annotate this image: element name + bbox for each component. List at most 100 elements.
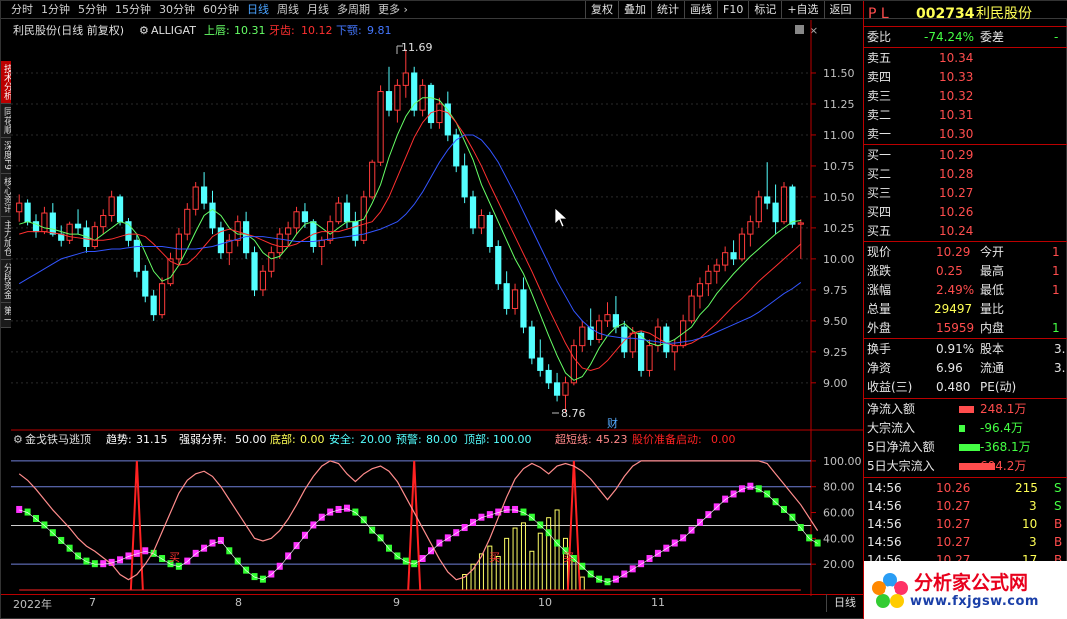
side-tab-3[interactable]: 核心资讯 [1, 173, 11, 217]
candle-body [528, 326, 535, 359]
stock-name: 利民股份 [976, 6, 1032, 22]
ask-label: 卖二 [867, 108, 892, 122]
yellow-bar [529, 550, 535, 591]
bid-price[interactable]: 10.28 [939, 165, 973, 183]
side-tab-4[interactable]: 主力加仓 [1, 216, 11, 260]
ask-price[interactable]: 10.31 [939, 106, 973, 124]
candle-body [469, 196, 477, 229]
candle-body [696, 283, 704, 297]
period-tab-5[interactable]: 60分钟 [203, 1, 239, 19]
yellow-bar [546, 517, 552, 591]
upper-lip-label: 上唇: [204, 24, 230, 37]
stat2-value: 0.480 [936, 380, 971, 394]
side-tab-1[interactable]: 同花顺 [1, 104, 11, 138]
trend-block [377, 534, 384, 542]
mouse-cursor-icon [554, 207, 569, 228]
candle-body [142, 270, 149, 297]
candle-body [41, 212, 48, 233]
period-tab-0[interactable]: 分时 [11, 1, 33, 19]
stat-value-2: 1 [1052, 264, 1060, 278]
logo: 分析家公式网 www.fxjgsw.com [864, 561, 1067, 619]
trend-block [419, 555, 426, 563]
ask-price[interactable]: 10.33 [939, 68, 973, 86]
bid-label: 买四 [867, 205, 892, 219]
candle-body [100, 215, 107, 228]
period-tab-7[interactable]: 周线 [277, 1, 299, 19]
period-indicator[interactable]: 日线 [826, 594, 863, 612]
bid-price[interactable]: 10.27 [939, 184, 973, 202]
top-label: 顶部: [464, 432, 490, 446]
toolbar-button-1[interactable]: 叠加 [618, 1, 651, 19]
side-tab-6[interactable]: 第一 [1, 302, 11, 328]
sub-settings-icon[interactable]: ⚙ [13, 433, 23, 446]
trend-block [402, 557, 409, 565]
side-tab-2[interactable]: 深度F9 [1, 138, 11, 174]
period-tab-9[interactable]: 多周期 [337, 1, 370, 19]
stat-label: 外盘 [867, 321, 892, 335]
candle-body [116, 196, 124, 223]
candle-body [276, 233, 283, 254]
settings-gear-icon[interactable]: ⚙ [139, 24, 149, 37]
stock-app-window: 分时 1分钟 5分钟 15分钟 30分钟 60分钟 日线 周线 月线 多周期 更多 › 复权 叠加 统计… [0, 0, 1067, 619]
divider [864, 144, 1067, 145]
stat2-row-2: 收益(三) 0.480 PE(动) [864, 378, 1067, 396]
kline-chart-svg[interactable]: 利民股份(日线 前复权) ⚙ ALLIGAT 上唇: 10.31 牙齿: 10.… [11, 20, 863, 596]
financial-event-marker[interactable]: 财 [607, 416, 618, 430]
trend-block [671, 539, 678, 547]
time-label-year: 2022年 [13, 598, 52, 611]
side-tab-0[interactable]: 技术分析 [1, 61, 11, 104]
divider [864, 241, 1067, 242]
candle-body [562, 382, 569, 396]
candle-body [335, 202, 342, 223]
bid-row-0: 买一 10.29 [864, 146, 1067, 164]
flow-label: 大宗流入 [867, 421, 916, 435]
ask-price[interactable]: 10.34 [939, 49, 973, 67]
close-icon[interactable]: × [809, 24, 818, 37]
trend-value: 31.15 [136, 433, 168, 446]
yellow-bar [554, 509, 560, 591]
price-tick-label: 10.25 [823, 222, 855, 235]
toolbar-button-0[interactable]: 复权 [585, 1, 618, 19]
period-tab-1[interactable]: 1分钟 [41, 1, 70, 19]
toolbar-button-4[interactable]: F10 [717, 1, 748, 19]
toolbar-button-7[interactable]: 返回 [823, 1, 857, 19]
candle-body [545, 369, 552, 384]
period-tab-6[interactable]: 日线 [247, 1, 269, 19]
candle-body [486, 215, 493, 247]
ask-price[interactable]: 10.30 [939, 125, 973, 143]
candle-body [688, 295, 695, 322]
tick-price: 10.27 [936, 517, 971, 531]
tick-time: 14:56 [867, 499, 902, 513]
period-tab-2[interactable]: 5分钟 [78, 1, 107, 19]
toolbar-button-2[interactable]: 统计 [651, 1, 684, 19]
trend-block [83, 557, 90, 565]
ask-price[interactable]: 10.32 [939, 87, 973, 105]
toolbar-button-6[interactable]: +自选 [781, 1, 823, 19]
toolbar-button-5[interactable]: 标记 [748, 1, 781, 19]
period-tab-3[interactable]: 15分钟 [115, 1, 151, 19]
tick-side: B [1054, 517, 1063, 531]
period-tab-4[interactable]: 30分钟 [159, 1, 195, 19]
stat2-label: 收益(三) [867, 380, 913, 394]
period-tab-8[interactable]: 月线 [307, 1, 329, 19]
ask-row-4: 卖一 10.30 [864, 125, 1067, 143]
trend-block [629, 565, 636, 573]
stat2-label-2: 股本 [980, 342, 1005, 356]
candle-body [604, 314, 611, 322]
sub-tick-label: 60.00 [823, 507, 855, 520]
chart-area[interactable]: 利民股份(日线 前复权) ⚙ ALLIGAT 上唇: 10.31 牙齿: 10.… [11, 20, 863, 596]
buy-marker-3: 买 [563, 551, 574, 564]
tick-volume: 215 [1015, 481, 1038, 495]
bid-price[interactable]: 10.26 [939, 203, 973, 221]
bid-price[interactable]: 10.29 [939, 146, 973, 164]
side-tab-5[interactable]: 分段资金 [1, 259, 11, 303]
period-tab-10[interactable]: 更多 › [378, 1, 408, 19]
bid-price[interactable]: 10.24 [939, 222, 973, 240]
candle-body [268, 252, 275, 272]
indicator-name[interactable]: ALLIGAT [151, 24, 196, 37]
buy-marker: 买 [169, 551, 180, 564]
quote-panel: P L 002734 利民股份 委比 -74.24% 委差 - 卖五 10.34 卖… [863, 1, 1067, 619]
window-button-icon[interactable] [795, 25, 804, 34]
toolbar-button-3[interactable]: 画线 [684, 1, 717, 19]
price-tick-label: 9.75 [823, 284, 848, 297]
